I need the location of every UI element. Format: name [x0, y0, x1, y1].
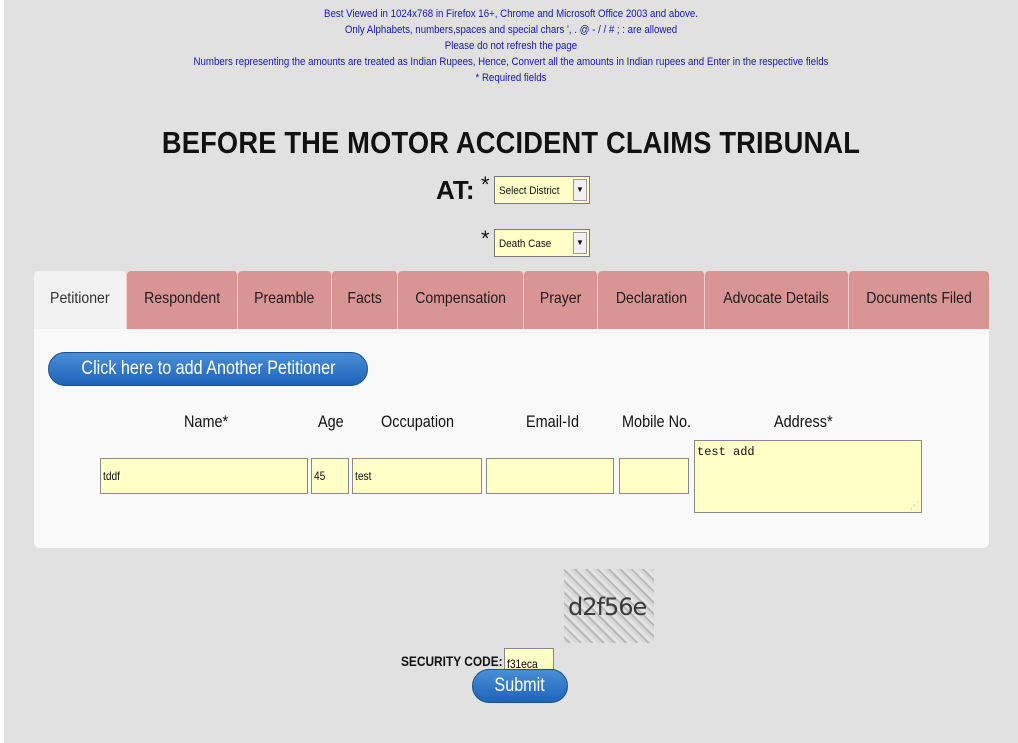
resize-grip-icon[interactable]: ⋰	[910, 501, 919, 511]
mobile-column-header: Mobile No.	[622, 412, 692, 431]
currency-notice: Numbers representing the amounts are tre…	[193, 56, 829, 68]
chevron-down-icon: ▼	[573, 232, 587, 254]
case-type-select-value: Death Case	[499, 238, 552, 250]
captcha-image: d2f56e	[564, 569, 654, 643]
case-required-star: *	[481, 226, 490, 251]
security-code-label: SECURITY CODE:	[401, 653, 503, 669]
tab-prayer[interactable]: Prayer	[524, 271, 598, 329]
email-column-header: Email-Id	[526, 412, 580, 431]
tab-compensation[interactable]: Compensation	[398, 271, 524, 329]
browser-notice: Best Viewed in 1024x768 in Firefox 16+, …	[324, 8, 698, 20]
tab-petitioner[interactable]: Petitioner	[34, 271, 127, 329]
age-column-header: Age	[318, 412, 344, 431]
page-background: Best Viewed in 1024x768 in Firefox 16+, …	[4, 0, 1018, 743]
occupation-column-header: Occupation	[381, 412, 455, 431]
tab-preamble[interactable]: Preamble	[238, 271, 332, 329]
tab-respondent[interactable]: Respondent	[127, 271, 238, 329]
submit-button[interactable]: Submit	[472, 669, 568, 703]
captcha-text: d2f56e	[568, 593, 647, 621]
address-textarea[interactable]: test add ⋰	[694, 440, 922, 513]
name-field[interactable]: tddf	[100, 458, 308, 494]
allowed-chars-notice: Only Alphabets, numbers,spaces and speci…	[344, 24, 678, 36]
add-petitioner-button[interactable]: Click here to add Another Petitioner	[48, 352, 368, 386]
district-select-value: Select District	[499, 185, 560, 197]
form-tabs: Petitioner Respondent Preamble Facts Com…	[34, 271, 989, 329]
petitioner-panel: Click here to add Another Petitioner Nam…	[34, 329, 989, 548]
tab-advocate-details[interactable]: Advocate Details	[705, 271, 849, 329]
at-label: AT:	[436, 175, 475, 205]
page-title: BEFORE THE MOTOR ACCIDENT CLAIMS TRIBUNA…	[161, 125, 861, 160]
chevron-down-icon: ▼	[573, 179, 587, 201]
refresh-notice: Please do not refresh the page	[444, 40, 578, 52]
district-required-star: *	[481, 172, 490, 197]
email-field[interactable]	[486, 458, 614, 494]
tab-facts[interactable]: Facts	[332, 271, 398, 329]
required-fields-notice: * Required fields	[475, 72, 547, 84]
district-select[interactable]: Select District ▼	[494, 176, 590, 204]
address-column-header: Address*	[774, 412, 833, 431]
tab-declaration[interactable]: Declaration	[598, 271, 705, 329]
age-field[interactable]: 45	[311, 458, 349, 494]
tab-documents-filed[interactable]: Documents Filed	[849, 271, 989, 329]
mobile-field[interactable]	[619, 458, 689, 494]
case-type-select[interactable]: Death Case ▼	[494, 229, 590, 257]
name-column-header: Name*	[184, 412, 229, 431]
occupation-field[interactable]: test	[352, 458, 482, 494]
